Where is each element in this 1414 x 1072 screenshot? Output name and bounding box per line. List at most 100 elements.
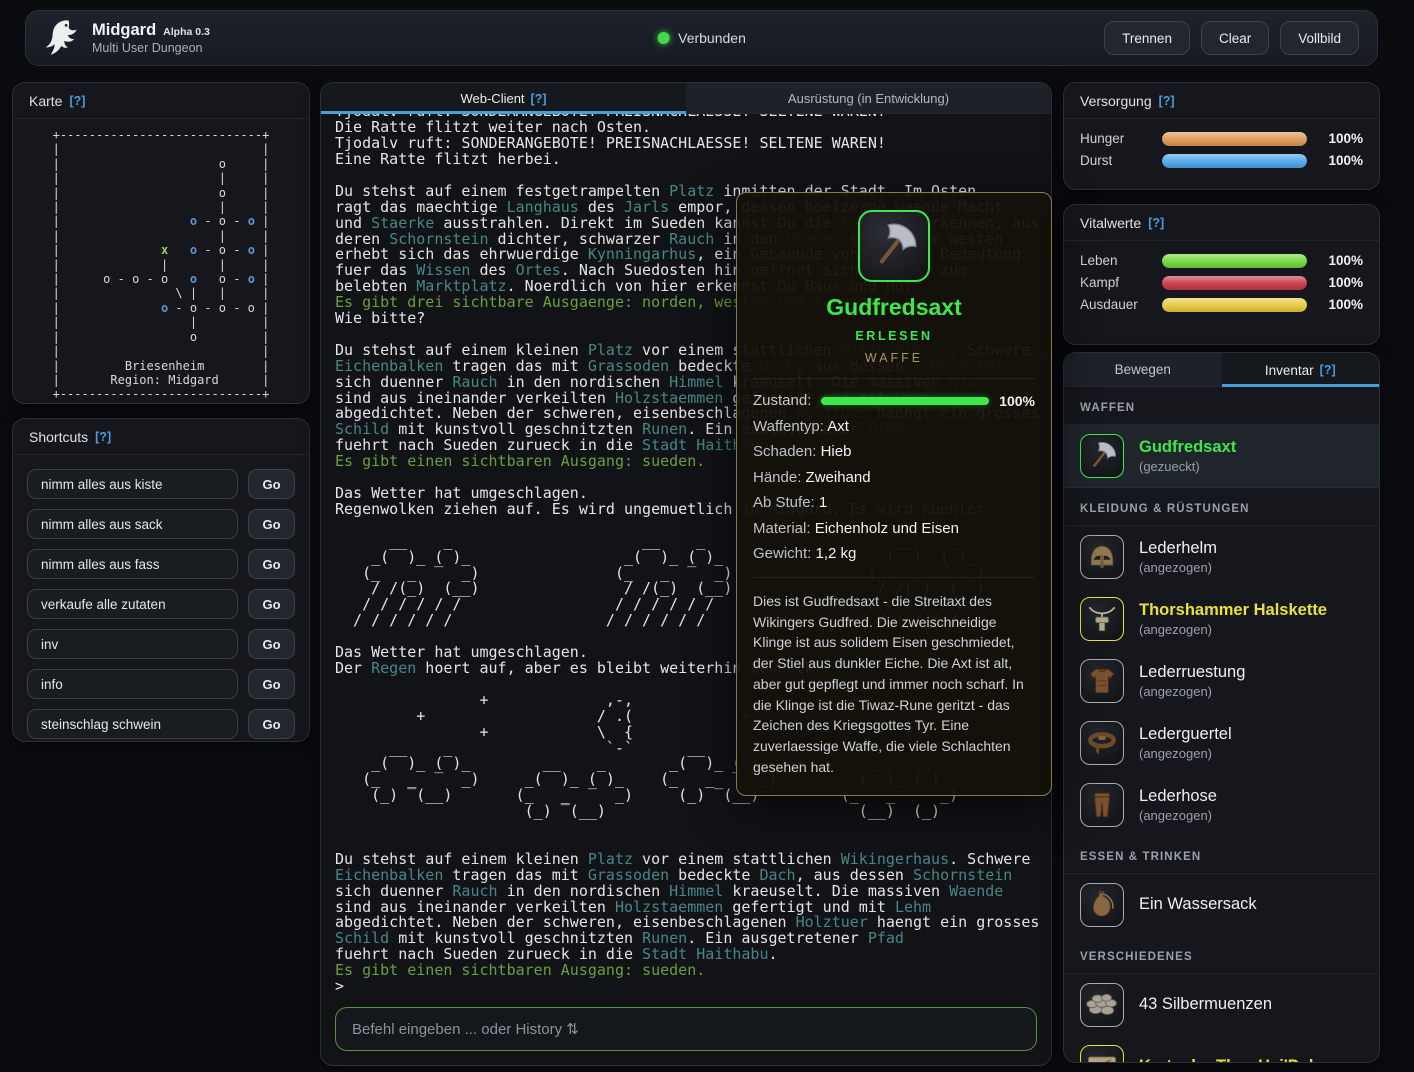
vitals-rows: Leben100%Kampf100%Ausdauer100% <box>1064 241 1379 321</box>
shortcut-go-button[interactable]: Go <box>248 549 295 579</box>
durst-label: Durst <box>1080 153 1162 168</box>
inventory-item-state: (angezogen) <box>1139 808 1217 823</box>
map-help-icon[interactable]: [?] <box>69 94 85 108</box>
vollbild-button[interactable]: Vollbild <box>1280 21 1359 55</box>
inventory-tabbar: Bewegen Inventar [?] <box>1064 353 1379 387</box>
web-client-help-icon[interactable]: [?] <box>531 92 547 106</box>
hunger-label: Hunger <box>1080 131 1162 146</box>
vitals-panel-title: Vitalwerte <box>1080 215 1141 231</box>
leben-value: 100% <box>1307 253 1363 268</box>
inventory-item-name: Lederhose <box>1139 787 1217 807</box>
item-stat-row: Hände: Zweihand <box>753 469 1035 486</box>
durst-value: 100% <box>1307 153 1363 168</box>
map-panel: Karte [?] +----------------------------+… <box>12 82 310 404</box>
inventory-section-title: ESSEN & TRINKEN <box>1064 836 1379 874</box>
shortcuts-help-icon[interactable]: [?] <box>95 430 111 444</box>
belt-icon <box>1080 721 1124 765</box>
shortcut-row: Go <box>27 629 295 659</box>
map-panel-title: Karte <box>29 93 62 109</box>
inventory-item[interactable]: Lederhelm(angezogen) <box>1064 526 1379 588</box>
inventory-item-text: Ein Wassersack <box>1139 895 1257 915</box>
raven-logo-icon <box>44 17 80 59</box>
coins-icon <box>1080 983 1124 1027</box>
tab-web-client[interactable]: Web-Client [?] <box>321 83 686 114</box>
ausdauer-value: 100% <box>1307 297 1363 312</box>
midgard-app: Midgard Alpha 0.3 Multi User Dungeon Ver… <box>0 0 1414 1072</box>
clear-button[interactable]: Clear <box>1201 21 1269 55</box>
inventory-section-title: KLEIDUNG & RÜSTUNGEN <box>1064 488 1379 526</box>
axe-icon <box>865 217 923 275</box>
vitals-help-icon[interactable]: [?] <box>1148 216 1164 230</box>
shortcut-input[interactable] <box>27 589 238 619</box>
shortcut-row: Go <box>27 509 295 539</box>
ausdauer-bar <box>1162 298 1307 312</box>
shortcut-input[interactable] <box>27 509 238 539</box>
supply-help-icon[interactable]: [?] <box>1159 94 1175 108</box>
shortcut-go-button[interactable]: Go <box>248 709 295 739</box>
shortcut-input[interactable] <box>27 549 238 579</box>
shortcut-go-button[interactable]: Go <box>248 509 295 539</box>
item-category: WAFFE <box>753 351 1035 379</box>
tab-equipment[interactable]: Ausrüstung (in Entwicklung) <box>686 83 1051 114</box>
supply-panel-title: Versorgung <box>1080 93 1152 109</box>
inventory-item[interactable]: 43 Silbermuenzen <box>1064 974 1379 1036</box>
shortcut-go-button[interactable]: Go <box>248 469 295 499</box>
item-rarity: ERLESEN <box>753 329 1035 343</box>
inventory-item[interactable]: Thorshammer Halskette(angezogen) <box>1064 588 1379 650</box>
supply-rows: Hunger 100%Durst 100% <box>1064 119 1379 177</box>
vitals-panel: Vitalwerte [?] Leben100%Kampf100%Ausdaue… <box>1063 204 1380 345</box>
shortcut-input[interactable] <box>27 469 238 499</box>
shortcut-input[interactable] <box>27 629 238 659</box>
inventory-item-name: Thorshammer Halskette <box>1139 601 1327 621</box>
inventory-item[interactable]: Karte der Thor-Hei'Dal <box>1064 1036 1379 1062</box>
tab-inventory[interactable]: Inventar [?] <box>1222 353 1380 387</box>
inventory-item[interactable]: Ein Wassersack <box>1064 874 1379 936</box>
shortcuts-panel: Shortcuts [?] Go Go Go Go Go Go Go <box>12 418 310 742</box>
header-buttons: Trennen Clear Vollbild <box>1104 21 1359 55</box>
durst-bar <box>1162 154 1307 168</box>
tab-equipment-label: Ausrüstung (in Entwicklung) <box>788 91 949 106</box>
map-art: +----------------------------+ | | | o |… <box>53 128 270 402</box>
tab-move-label: Bewegen <box>1115 362 1171 377</box>
shortcut-input[interactable] <box>27 709 238 739</box>
shortcut-row: Go <box>27 709 295 739</box>
leben-label: Leben <box>1080 253 1162 268</box>
app-subtitle: Multi User Dungeon <box>92 41 210 57</box>
shortcut-list: Go Go Go Go Go Go Go <box>13 455 309 742</box>
inventory-item[interactable]: Lederruestung(angezogen) <box>1064 650 1379 712</box>
inventory-item-name: Lederhelm <box>1139 539 1217 559</box>
inventory-item-state: (angezogen) <box>1139 622 1327 637</box>
shortcut-input[interactable] <box>27 669 238 699</box>
tab-move[interactable]: Bewegen <box>1064 353 1222 387</box>
app-version: Alpha 0.3 <box>163 26 210 39</box>
inventory-panel: Bewegen Inventar [?] WAFFENGudfredsaxt(g… <box>1063 352 1380 1063</box>
inventory-item-text: Karte der Thor-Hei'Dal <box>1139 1057 1313 1062</box>
inventory-item-name: Ein Wassersack <box>1139 895 1257 915</box>
status-dot-icon <box>657 32 669 44</box>
inventory-item-text: 43 Silbermuenzen <box>1139 995 1272 1015</box>
command-input[interactable] <box>335 1007 1037 1051</box>
durst-row: Durst 100% <box>1064 146 1379 168</box>
inventory-item-state: (angezogen) <box>1139 746 1232 761</box>
inventory-help-icon[interactable]: [?] <box>1320 363 1336 377</box>
inventory-item[interactable]: Gudfredsaxt(gezueckt) <box>1064 425 1379 488</box>
shortcut-go-button[interactable]: Go <box>248 669 295 699</box>
inventory-section-title: WAFFEN <box>1064 387 1379 425</box>
axe-icon <box>1080 434 1124 478</box>
shortcuts-panel-header: Shortcuts [?] <box>13 419 309 455</box>
kampf-bar <box>1162 276 1307 290</box>
waterskin-icon <box>1080 883 1124 927</box>
shortcut-go-button[interactable]: Go <box>248 629 295 659</box>
inventory-item[interactable]: Lederguertel(angezogen) <box>1064 712 1379 774</box>
inventory-item-state: (angezogen) <box>1139 684 1245 699</box>
leben-bar <box>1162 254 1307 268</box>
vitals-panel-header: Vitalwerte [?] <box>1064 205 1379 241</box>
inventory-item-name: Gudfredsaxt <box>1139 438 1236 458</box>
trennen-button[interactable]: Trennen <box>1104 21 1190 55</box>
shortcuts-panel-title: Shortcuts <box>29 429 88 445</box>
inventory-item[interactable]: Lederhose(angezogen) <box>1064 774 1379 836</box>
app-titleblock: Midgard Alpha 0.3 Multi User Dungeon <box>92 20 210 56</box>
inventory-list[interactable]: WAFFENGudfredsaxt(gezueckt)KLEIDUNG & RÜ… <box>1064 387 1379 1062</box>
kampf-label: Kampf <box>1080 275 1162 290</box>
shortcut-go-button[interactable]: Go <box>248 589 295 619</box>
